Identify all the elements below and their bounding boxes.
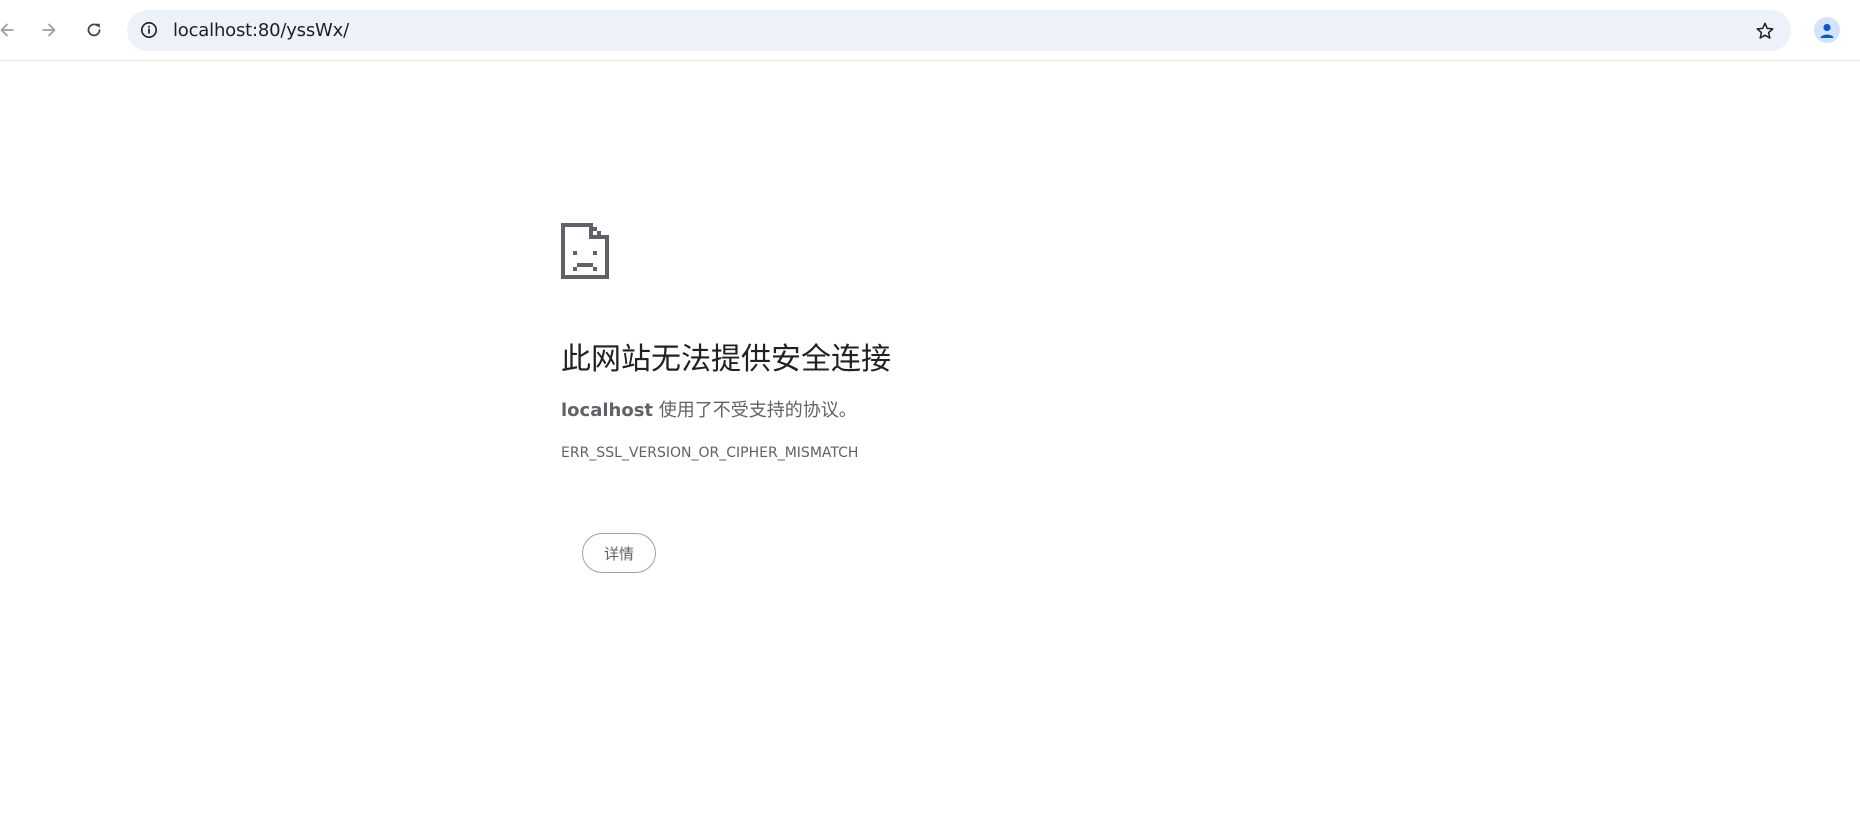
- address-bar[interactable]: localhost:80/yssWx/: [127, 10, 1791, 51]
- error-description-text: 使用了不受支持的协议。: [653, 400, 857, 421]
- details-button[interactable]: 详情: [582, 533, 656, 573]
- bookmark-button[interactable]: [1751, 17, 1779, 45]
- error-title: 此网站无法提供安全连接: [561, 342, 891, 377]
- avatar: [1814, 17, 1840, 43]
- arrow-left-icon: [0, 23, 14, 37]
- person-icon: [1820, 23, 1834, 38]
- reload-button[interactable]: [77, 13, 111, 47]
- error-description: localhost 使用了不受支持的协议。: [561, 396, 857, 422]
- error-host: localhost: [561, 400, 654, 421]
- star-icon: [1756, 22, 1774, 39]
- sad-document-icon: [561, 223, 609, 279]
- forward-button[interactable]: [32, 13, 66, 47]
- error-code: ERR_SSL_VERSION_OR_CIPHER_MISMATCH: [561, 445, 859, 461]
- arrow-right-icon: [42, 23, 56, 37]
- browser-toolbar: localhost:80/yssWx/: [0, 0, 1860, 61]
- back-button[interactable]: [0, 13, 24, 47]
- info-icon: [141, 22, 157, 38]
- site-info-button[interactable]: [137, 18, 161, 42]
- reload-icon: [87, 23, 101, 37]
- url-text[interactable]: localhost:80/yssWx/: [173, 10, 349, 51]
- profile-button[interactable]: [1810, 13, 1844, 47]
